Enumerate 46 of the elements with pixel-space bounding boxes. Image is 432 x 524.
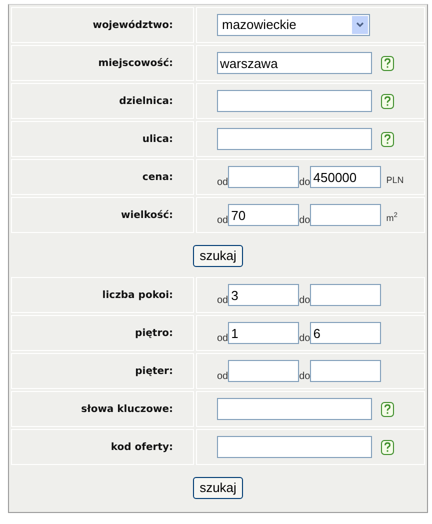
to-label: do (299, 332, 310, 346)
from-label: od (217, 176, 228, 190)
help-icon[interactable] (381, 94, 394, 108)
to-field[interactable] (310, 284, 382, 306)
from-label: od (217, 214, 228, 228)
from-label: od (217, 294, 228, 308)
field-label: miejscowość: (98, 56, 173, 70)
search-button[interactable]: szukaj (192, 245, 244, 267)
field-label: piętro: (135, 326, 173, 340)
from-label: od (217, 370, 228, 384)
to-label: do (299, 370, 310, 384)
text-field[interactable] (217, 128, 372, 150)
to-label: do (299, 214, 310, 228)
help-icon[interactable] (381, 132, 394, 146)
to-field[interactable] (310, 360, 382, 382)
from-field[interactable]: 3 (228, 284, 300, 306)
to-label: do (299, 294, 310, 308)
field-label: województwo: (92, 18, 173, 32)
to-label: do (299, 176, 310, 190)
text-field[interactable] (217, 436, 372, 458)
help-icon[interactable] (381, 402, 394, 416)
from-field[interactable]: 70 (228, 204, 300, 226)
from-field[interactable] (228, 166, 300, 188)
field-label: liczba pokoi: (102, 288, 173, 302)
unit-label: PLN (386, 174, 404, 186)
field-label: wielkość: (120, 208, 173, 222)
help-icon[interactable] (381, 440, 394, 454)
field-label: dzielnica: (119, 94, 173, 108)
from-label: od (217, 332, 228, 346)
field-label: cena: (142, 170, 173, 184)
from-field[interactable] (228, 360, 300, 382)
to-field[interactable] (310, 204, 382, 226)
field-label: kod oferty: (110, 440, 173, 454)
text-field[interactable] (217, 90, 372, 112)
field-label: ulica: (142, 132, 173, 146)
unit-label: m$^{2}$ (386, 212, 398, 224)
from-field[interactable]: 1 (228, 322, 300, 344)
help-icon[interactable] (381, 56, 394, 70)
region-select[interactable]: mazowieckie (217, 14, 370, 36)
to-field[interactable]: 6 (310, 322, 382, 344)
field-label: słowa kluczowe: (81, 402, 173, 416)
search-button[interactable]: szukaj (192, 477, 244, 499)
to-field[interactable]: 450000 (310, 166, 382, 188)
text-field[interactable] (217, 398, 372, 420)
field-label: pięter: (135, 364, 173, 378)
text-field[interactable]: warszawa (217, 52, 372, 74)
